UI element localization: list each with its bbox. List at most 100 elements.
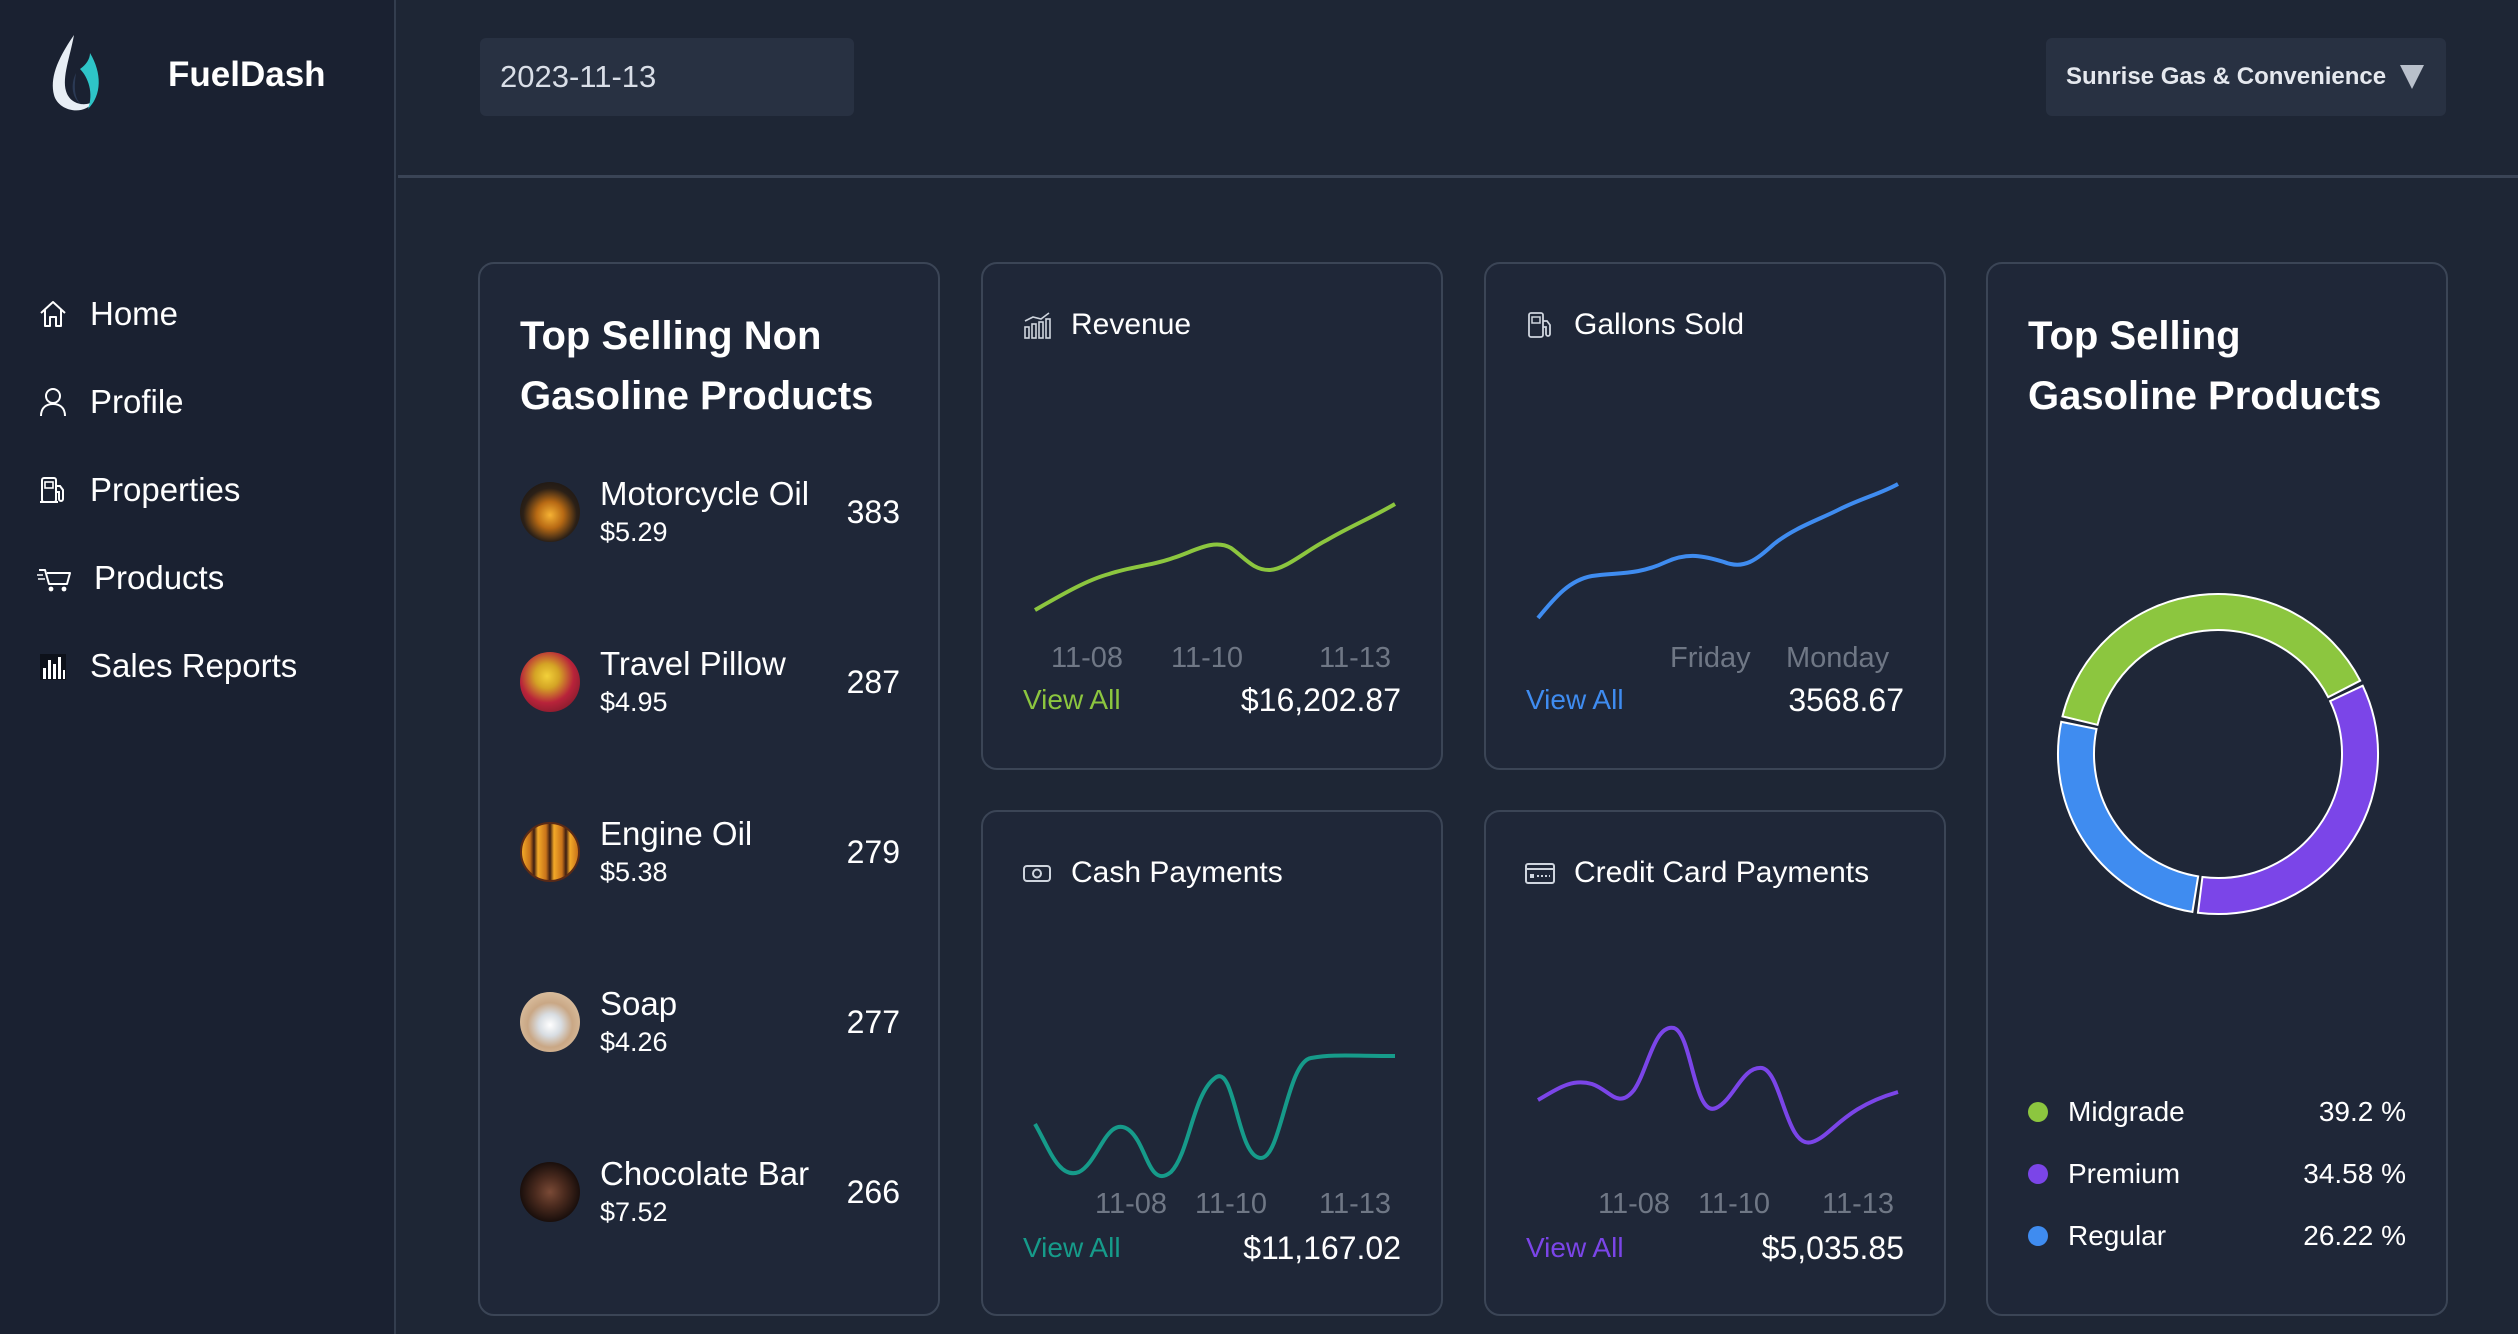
sidebar-item-label: Sales Reports bbox=[90, 647, 298, 684]
product-price: $4.95 bbox=[600, 687, 668, 717]
tick-label: 11-10 bbox=[1195, 1188, 1268, 1220]
station-select-value: Sunrise Gas & Convenience bbox=[2066, 63, 2387, 90]
fuel-pump-icon bbox=[1528, 312, 1551, 338]
top-gasoline-card: Top Selling Gasoline Products Midgrade 3… bbox=[1986, 262, 2448, 1316]
legend-value: 34.58 % bbox=[2303, 1158, 2406, 1189]
sidebar-item-label: Properties bbox=[90, 471, 241, 508]
cash-icon bbox=[1023, 865, 1051, 882]
card-title: Gallons Sold bbox=[1574, 308, 1745, 341]
tick-label: 11-13 bbox=[1319, 1188, 1392, 1220]
gasoline-donut-chart bbox=[2057, 593, 2379, 915]
sidebar-item-sales-reports[interactable]: Sales Reports bbox=[36, 622, 297, 710]
legend-swatch bbox=[2028, 1226, 2048, 1246]
gallons-line bbox=[1536, 482, 1899, 620]
product-count: 277 bbox=[846, 1003, 900, 1040]
date-picker[interactable]: 2023-11-13 bbox=[480, 38, 854, 116]
sidebar: FuelDash Home Profile Properties Product… bbox=[0, 0, 396, 1334]
product-count: 266 bbox=[846, 1173, 900, 1210]
legend-swatch bbox=[2028, 1164, 2048, 1184]
card-title: Top Selling Gasoline Products bbox=[2028, 314, 2382, 418]
product-count: 279 bbox=[846, 833, 900, 870]
sidebar-item-products[interactable]: Products bbox=[36, 534, 297, 622]
product-count: 287 bbox=[846, 663, 900, 700]
brand[interactable]: FuelDash bbox=[44, 30, 326, 120]
cash-line bbox=[1033, 1053, 1396, 1178]
cash-value: $11,167.02 bbox=[1243, 1230, 1401, 1266]
product-name: Soap bbox=[600, 985, 678, 1022]
caret-down-icon bbox=[2400, 65, 2425, 89]
product-count: 383 bbox=[846, 493, 900, 530]
legend-item: Regular 26.22 % bbox=[2028, 1216, 2406, 1256]
credit-card-line bbox=[1537, 1025, 1899, 1145]
tick-label: 11-10 bbox=[1171, 642, 1244, 674]
home-icon bbox=[36, 297, 70, 331]
bar-chart-icon bbox=[36, 649, 70, 683]
revenue-value: $16,202.87 bbox=[1240, 682, 1401, 718]
donut-slice-midgrade[interactable] bbox=[2061, 593, 2362, 727]
card-title: Top Selling Non Gasoline Products bbox=[520, 314, 874, 418]
product-name: Engine Oil bbox=[600, 815, 753, 852]
credit-card-value: $5,035.85 bbox=[1761, 1230, 1904, 1266]
product-price: $5.38 bbox=[600, 857, 668, 887]
list-item[interactable]: Travel Pillow $4.95 287 bbox=[520, 642, 900, 722]
engine-oil-thumbnail bbox=[520, 822, 580, 882]
card-title: Revenue bbox=[1071, 308, 1192, 341]
credit-card-sparkline bbox=[1537, 1025, 1899, 1145]
travel-pillow-thumbnail bbox=[520, 652, 580, 712]
product-name: Chocolate Bar bbox=[600, 1155, 810, 1192]
tick-label: 11-13 bbox=[1822, 1188, 1895, 1220]
view-all-link[interactable]: View All bbox=[1023, 684, 1121, 716]
list-item[interactable]: Engine Oil $5.38 279 bbox=[520, 812, 900, 892]
donut-slice-premium[interactable] bbox=[2196, 684, 2379, 915]
list-item[interactable]: Motorcycle Oil $5.29 383 bbox=[520, 472, 900, 552]
legend-label: Premium bbox=[2068, 1158, 2181, 1189]
revenue-sparkline bbox=[1034, 502, 1397, 612]
tick-label: 11-08 bbox=[1095, 1188, 1168, 1220]
top-non-gasoline-card: Top Selling Non Gasoline Products Motorc… bbox=[478, 262, 940, 1316]
chocolate-bar-thumbnail bbox=[520, 1162, 580, 1222]
tick-label: 11-10 bbox=[1698, 1188, 1771, 1220]
legend-item: Midgrade 39.2 % bbox=[2028, 1092, 2406, 1132]
card-title: Credit Card Payments bbox=[1574, 856, 1870, 889]
sidebar-item-label: Profile bbox=[90, 383, 184, 420]
motorcycle-oil-thumbnail bbox=[520, 482, 580, 542]
app-name: FuelDash bbox=[168, 55, 326, 94]
card-header: Credit Card Payments bbox=[1524, 856, 1869, 890]
fuel-pump-icon bbox=[36, 473, 70, 507]
tick-label: 11-13 bbox=[1319, 642, 1392, 674]
sidebar-item-home[interactable]: Home bbox=[36, 270, 297, 358]
tick-label: 11-08 bbox=[1598, 1188, 1671, 1220]
legend-value: 26.22 % bbox=[2303, 1220, 2406, 1251]
sidebar-item-profile[interactable]: Profile bbox=[36, 358, 297, 446]
card-header: Revenue bbox=[1021, 308, 1191, 342]
donut-slice-regular[interactable] bbox=[2057, 720, 2200, 914]
gallons-sparkline bbox=[1536, 482, 1899, 620]
card-title: Cash Payments bbox=[1071, 856, 1283, 889]
gallons-sold-card: Gallons Sold Friday Monday View All 3568… bbox=[1484, 262, 1946, 770]
sidebar-item-label: Products bbox=[94, 559, 225, 596]
view-all-link[interactable]: View All bbox=[1526, 1232, 1624, 1264]
station-select[interactable]: Sunrise Gas & Convenience bbox=[2046, 38, 2446, 116]
view-all-link[interactable]: View All bbox=[1023, 1232, 1121, 1264]
user-icon bbox=[36, 385, 70, 419]
cart-icon bbox=[36, 561, 74, 595]
x-tick-labels: 11-08 11-10 11-13 bbox=[983, 642, 1445, 682]
credit-card-icon bbox=[1525, 863, 1555, 884]
cash-sparkline bbox=[1033, 1053, 1396, 1178]
flame-logo-icon bbox=[52, 35, 99, 111]
list-item[interactable]: Chocolate Bar $7.52 266 bbox=[520, 1152, 900, 1232]
product-price: $5.29 bbox=[600, 517, 668, 547]
revenue-line bbox=[1034, 502, 1397, 612]
product-name: Motorcycle Oil bbox=[600, 475, 810, 512]
bar-chart-icon bbox=[1024, 312, 1051, 339]
card-header: Gallons Sold bbox=[1524, 308, 1744, 342]
sidebar-item-label: Home bbox=[90, 295, 179, 332]
x-tick-labels: Friday Monday bbox=[1486, 642, 1948, 682]
tick-label: Friday bbox=[1670, 642, 1751, 674]
legend-item: Premium 34.58 % bbox=[2028, 1154, 2406, 1194]
credit-card-payments-card: Credit Card Payments 11-08 11-10 11-13 V… bbox=[1484, 810, 1946, 1316]
x-tick-labels: 11-08 11-10 11-13 bbox=[1486, 1188, 1948, 1228]
sidebar-item-properties[interactable]: Properties bbox=[36, 446, 297, 534]
view-all-link[interactable]: View All bbox=[1526, 684, 1624, 716]
list-item[interactable]: Soap $4.26 277 bbox=[520, 982, 900, 1062]
